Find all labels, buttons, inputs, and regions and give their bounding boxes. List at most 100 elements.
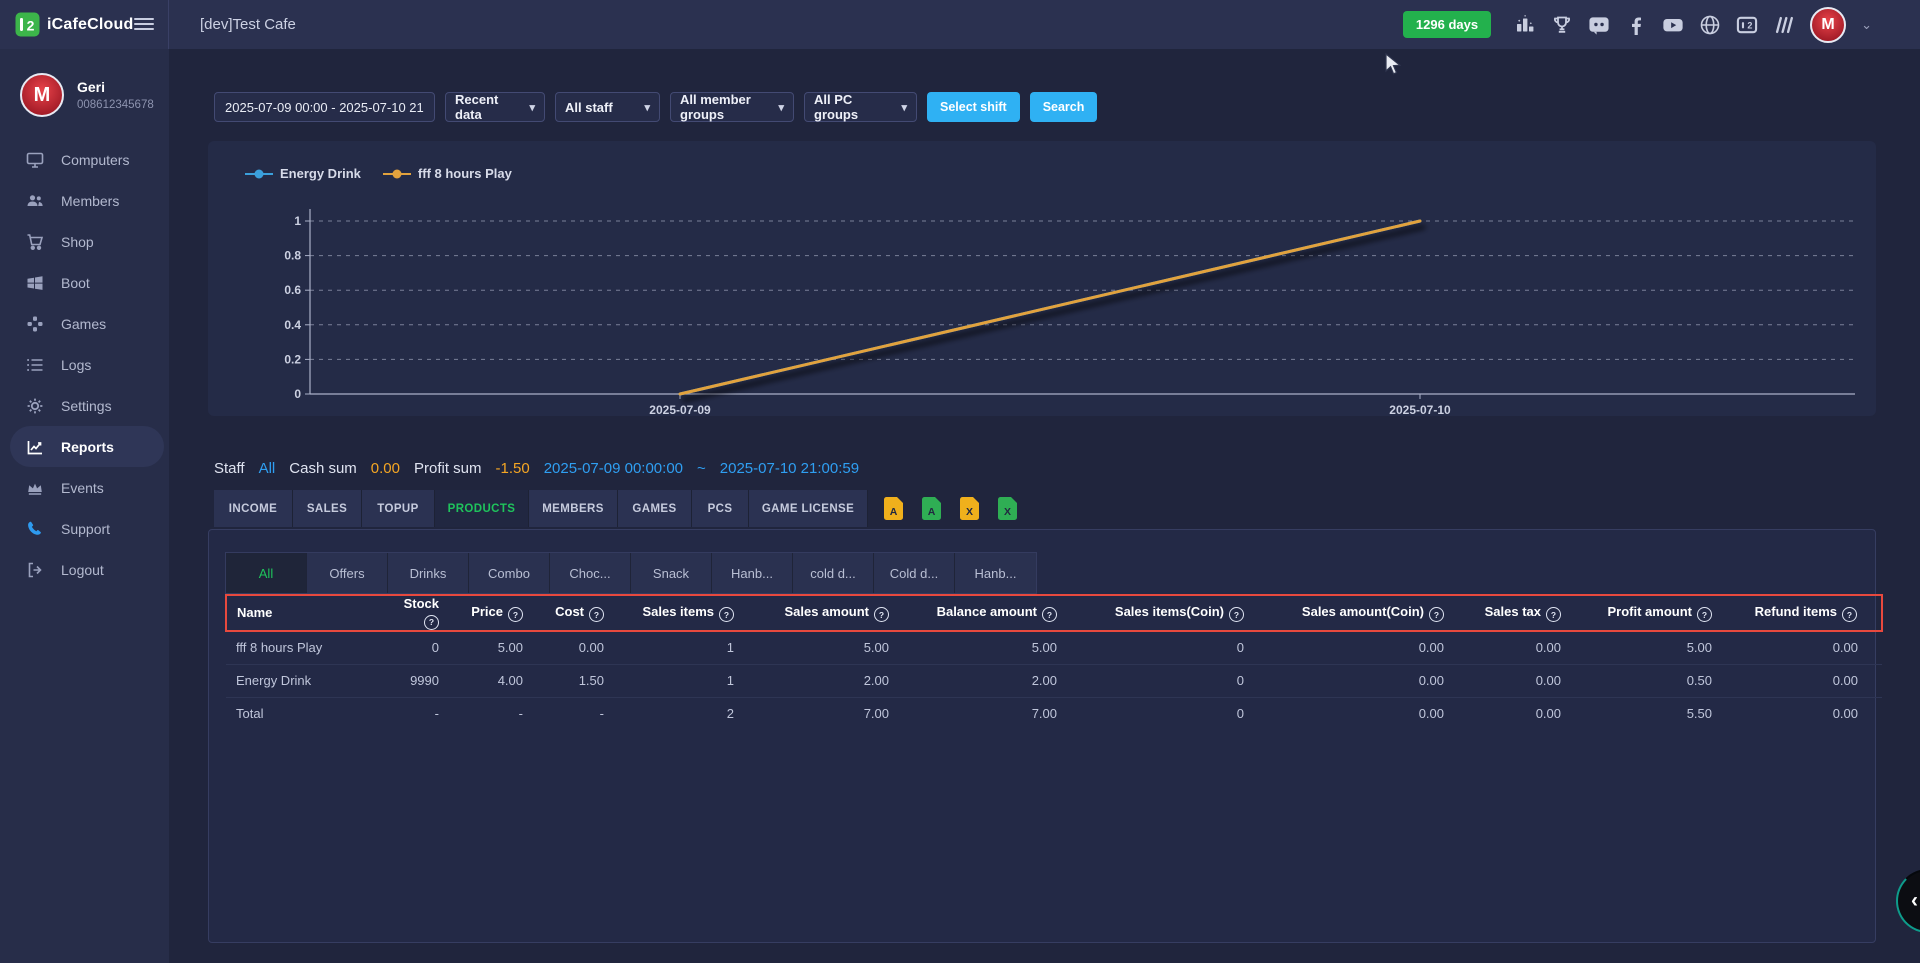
sidebar-item-label: Logs (61, 357, 91, 373)
trophy-icon[interactable] (1551, 14, 1573, 36)
hamburger-menu-icon[interactable] (134, 14, 154, 34)
sidebar: M Geri 008612345678 Computers Members Sh… (0, 49, 169, 963)
list-icon (26, 356, 44, 374)
export-excel-yellow-icon[interactable]: X (960, 497, 979, 520)
main-content: Recent data ▾ All staff ▾ All member gro… (169, 49, 1920, 963)
svg-text:0: 0 (294, 387, 301, 401)
sidebar-item-members[interactable]: Members (0, 180, 169, 221)
sidebar-item-label: Computers (61, 152, 129, 168)
date-range-input[interactable] (214, 92, 435, 122)
data-type-select[interactable]: Recent data ▾ (445, 92, 545, 122)
tab-pcs[interactable]: PCS (692, 490, 749, 527)
help-icon[interactable]: ? (1429, 607, 1444, 622)
help-icon[interactable]: ? (508, 607, 523, 622)
help-icon[interactable]: ? (1546, 607, 1561, 622)
data-type-select-value: Recent data (455, 92, 523, 122)
tab-game-license[interactable]: GAME LICENSE (749, 490, 868, 527)
help-icon[interactable]: ? (719, 607, 734, 622)
col-price: Price? (445, 595, 529, 631)
staff-value: All (259, 460, 276, 477)
sidebar-item-computers[interactable]: Computers (0, 139, 169, 180)
legend-item-energy-drink[interactable]: Energy Drink (245, 166, 361, 181)
user-avatar[interactable]: M (1810, 7, 1846, 43)
sidebar-item-label: Events (61, 480, 104, 496)
legend-item-fff-8-hours-play[interactable]: fff 8 hours Play (383, 166, 512, 181)
tab-topup[interactable]: TOPUP (362, 490, 435, 527)
help-icon[interactable]: ? (1229, 607, 1244, 622)
phone-icon (26, 520, 44, 538)
subtab-cold-d-1[interactable]: cold d... (793, 553, 874, 593)
tab-games[interactable]: GAMES (618, 490, 692, 527)
sidebar-item-label: Members (61, 193, 119, 209)
globe-icon[interactable] (1699, 14, 1721, 36)
member-groups-select[interactable]: All member groups ▾ (670, 92, 794, 122)
table-row[interactable]: fff 8 hours Play05.000.0015.005.0000.000… (226, 631, 1882, 665)
pc-groups-select[interactable]: All PC groups ▾ (804, 92, 917, 122)
chevron-down-icon[interactable]: ⌄ (1861, 17, 1872, 33)
subtab-all[interactable]: All (226, 553, 307, 593)
sidebar-item-boot[interactable]: Boot (0, 262, 169, 303)
page: 2 iCafeCloud [dev]Test Cafe 1296 days (0, 0, 1920, 963)
sidebar-item-logout[interactable]: Logout (0, 549, 169, 590)
tab-income[interactable]: INCOME (214, 490, 293, 527)
products-table: Name Stock? Price? Cost? Sales items? Sa… (225, 594, 1883, 730)
col-sales-amount-coin: Sales amount(Coin)? (1250, 595, 1450, 631)
subtab-hanb-2[interactable]: Hanb... (955, 553, 1036, 593)
help-icon[interactable]: ? (424, 615, 439, 630)
youtube-icon[interactable] (1662, 14, 1684, 36)
col-sales-items: Sales items? (610, 595, 740, 631)
cart-icon (26, 233, 44, 251)
subtab-cold-d-2[interactable]: Cold d... (874, 553, 955, 593)
export-excel-green-icon[interactable]: X (998, 497, 1017, 520)
topbar-actions: 1296 days 2 (1403, 0, 1872, 49)
profit-sum-label: Profit sum (414, 460, 482, 477)
discord-icon[interactable] (1588, 14, 1610, 36)
sidebar-item-events[interactable]: Events (0, 467, 169, 508)
user-name: Geri (77, 79, 154, 95)
sidebar-item-games[interactable]: Games (0, 303, 169, 344)
svg-text:2025-07-09: 2025-07-09 (649, 403, 711, 416)
table-row[interactable]: Energy Drink99904.001.5012.002.0000.000.… (226, 664, 1882, 697)
brand-logo-icon: 2 (15, 12, 40, 37)
help-icon[interactable]: ? (1842, 607, 1857, 622)
subtab-hanb-1[interactable]: Hanb... (712, 553, 793, 593)
sidebar-item-shop[interactable]: Shop (0, 221, 169, 262)
help-icon[interactable]: ? (874, 607, 889, 622)
sidebar-user[interactable]: M Geri 008612345678 (0, 49, 169, 123)
summary-bar: Staff All Cash sum 0.00 Profit sum -1.50… (214, 460, 859, 477)
tab-sales[interactable]: SALES (293, 490, 362, 527)
export-pdf-green-icon[interactable]: A (922, 497, 941, 520)
svg-text:2: 2 (1747, 20, 1752, 30)
crown-icon (26, 479, 44, 497)
col-balance-amount: Balance amount? (895, 595, 1063, 631)
chart-legend: Energy Drink fff 8 hours Play (245, 166, 512, 181)
help-icon[interactable]: ? (589, 607, 604, 622)
chevron-down-icon: ▾ (529, 101, 535, 114)
subtab-offers[interactable]: Offers (307, 553, 388, 593)
subtab-choc[interactable]: Choc... (550, 553, 631, 593)
logout-icon (26, 561, 44, 579)
staff-select[interactable]: All staff ▾ (555, 92, 660, 122)
sidebar-item-reports[interactable]: Reports (10, 426, 164, 467)
subtab-combo[interactable]: Combo (469, 553, 550, 593)
help-icon[interactable]: ? (1697, 607, 1712, 622)
legend-label: Energy Drink (280, 166, 361, 181)
select-shift-button[interactable]: Select shift (927, 92, 1020, 122)
subtab-snack[interactable]: Snack (631, 553, 712, 593)
facebook-icon[interactable] (1625, 14, 1647, 36)
layers-icon[interactable] (1773, 14, 1795, 36)
tab-products[interactable]: PRODUCTS (435, 490, 529, 527)
export-pdf-yellow-icon[interactable]: A (884, 497, 903, 520)
sidebar-item-logs[interactable]: Logs (0, 344, 169, 385)
subtab-drinks[interactable]: Drinks (388, 553, 469, 593)
legend-label: fff 8 hours Play (418, 166, 512, 181)
sidebar-item-settings[interactable]: Settings (0, 385, 169, 426)
ranking-icon[interactable] (1514, 14, 1536, 36)
help-icon[interactable]: ? (1042, 607, 1057, 622)
svg-text:2025-07-10: 2025-07-10 (1389, 403, 1451, 416)
icafecloud-icon[interactable]: 2 (1736, 14, 1758, 36)
search-button[interactable]: Search (1030, 92, 1098, 122)
tab-members[interactable]: MEMBERS (529, 490, 618, 527)
license-days-badge[interactable]: 1296 days (1403, 11, 1491, 38)
sidebar-item-support[interactable]: Support (0, 508, 169, 549)
